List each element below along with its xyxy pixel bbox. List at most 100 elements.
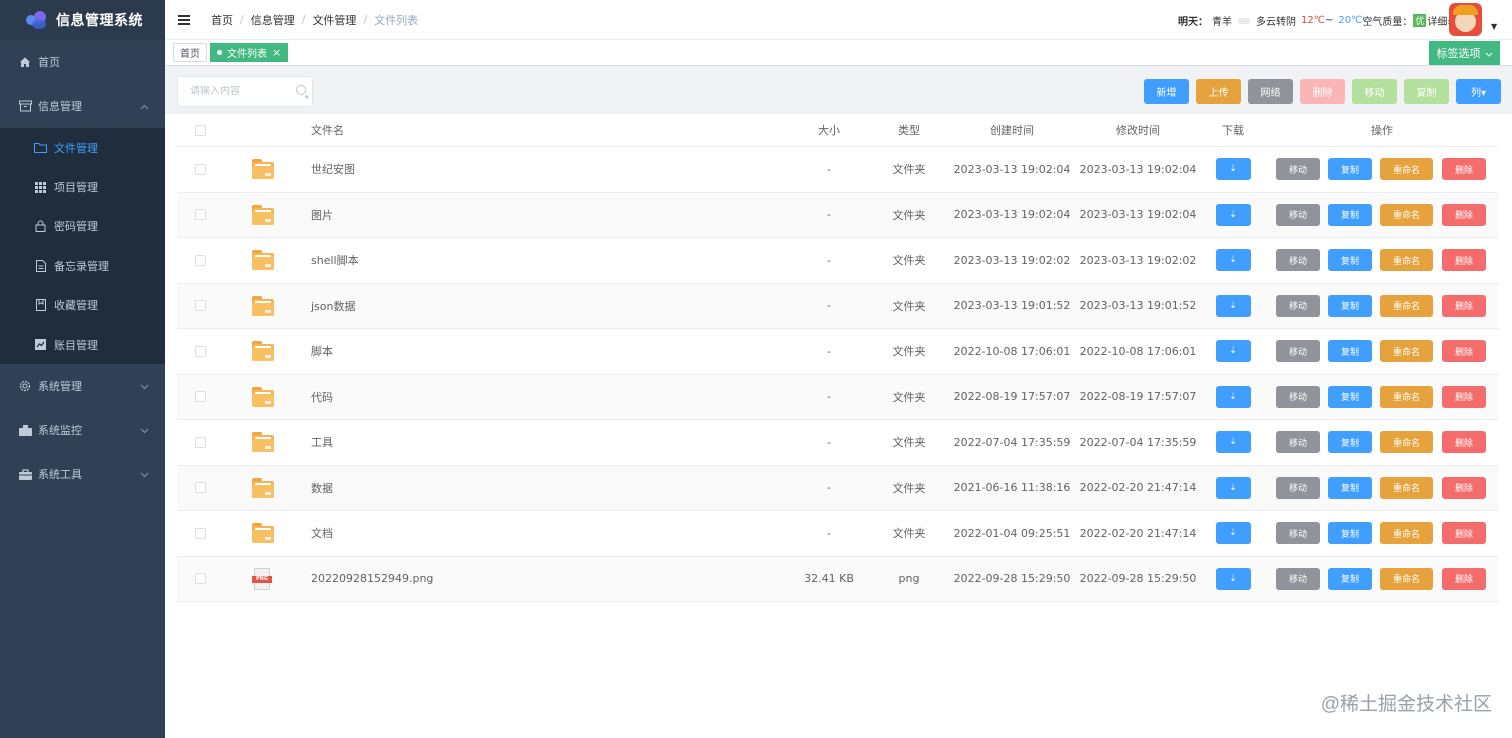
download-button[interactable]: ⇣ <box>1215 340 1251 363</box>
row-copy-button[interactable]: 复制 <box>1328 385 1372 408</box>
row-checkbox[interactable] <box>195 482 206 494</box>
table-row[interactable]: 图片 - 文件夹 2023-03-13 19:02:04 2023-03-13 19:0… <box>177 192 1499 238</box>
download-button[interactable]: ⇣ <box>1215 476 1251 499</box>
row-checkbox[interactable] <box>195 163 206 175</box>
sidebar-item-home[interactable]: 首页 <box>0 40 165 84</box>
sidebar-item-favorites-management[interactable]: 收藏管理 <box>0 286 165 325</box>
row-move-button[interactable]: 移动 <box>1276 522 1320 545</box>
table-row[interactable]: 数据 - 文件夹 2021-06-16 11:38:16 2022-02-20 21:4… <box>177 465 1499 511</box>
download-button[interactable]: ⇣ <box>1215 385 1251 408</box>
row-rename-button[interactable]: 重命名 <box>1380 340 1433 363</box>
column-header-type[interactable]: 类型 <box>869 114 949 146</box>
file-name[interactable]: json数据 <box>311 284 356 329</box>
file-name[interactable]: 20220928152949.png <box>311 557 433 602</box>
row-delete-button[interactable]: 删除 <box>1442 249 1486 272</box>
add-button[interactable]: 新增 <box>1144 79 1189 104</box>
file-name[interactable]: 文档 <box>311 511 333 556</box>
row-delete-button[interactable]: 删除 <box>1442 522 1486 545</box>
sidebar-item-memo-management[interactable]: 备忘录管理 <box>0 246 165 285</box>
tag-options-button[interactable]: 标签选项 <box>1429 41 1500 65</box>
row-copy-button[interactable]: 复制 <box>1328 567 1372 590</box>
row-copy-button[interactable]: 复制 <box>1328 476 1372 499</box>
tag-file-list[interactable]: 文件列表 × <box>210 43 289 62</box>
row-delete-button[interactable]: 删除 <box>1442 158 1486 181</box>
columns-button[interactable]: 列▾ <box>1456 79 1501 104</box>
file-name[interactable]: shell脚本 <box>311 238 359 283</box>
file-name[interactable]: 代码 <box>311 375 333 420</box>
row-rename-button[interactable]: 重命名 <box>1380 158 1433 181</box>
column-header-name[interactable]: 文件名 <box>311 114 344 146</box>
row-delete-button[interactable]: 删除 <box>1442 294 1486 317</box>
caret-down-icon[interactable]: ▼ <box>1491 22 1497 31</box>
row-move-button[interactable]: 移动 <box>1276 567 1320 590</box>
row-checkbox[interactable] <box>195 209 206 221</box>
row-copy-button[interactable]: 复制 <box>1328 294 1372 317</box>
row-copy-button[interactable]: 复制 <box>1328 340 1372 363</box>
breadcrumb-item[interactable]: 文件管理 <box>312 12 356 28</box>
sidebar-item-file-management[interactable]: 文件管理 <box>0 128 165 167</box>
row-checkbox[interactable] <box>195 436 206 448</box>
row-move-button[interactable]: 移动 <box>1276 431 1320 454</box>
row-move-button[interactable]: 移动 <box>1276 385 1320 408</box>
close-icon[interactable]: × <box>272 46 281 59</box>
download-button[interactable]: ⇣ <box>1215 522 1251 545</box>
row-checkbox[interactable] <box>195 391 206 403</box>
row-checkbox[interactable] <box>195 300 206 312</box>
copy-button[interactable]: 复制 <box>1404 79 1449 104</box>
search-icon[interactable] <box>296 85 306 95</box>
row-rename-button[interactable]: 重命名 <box>1380 567 1433 590</box>
file-name[interactable]: 数据 <box>311 466 333 511</box>
row-rename-button[interactable]: 重命名 <box>1380 249 1433 272</box>
download-button[interactable]: ⇣ <box>1215 203 1251 226</box>
breadcrumb-item[interactable]: 首页 <box>211 12 233 28</box>
column-header-created[interactable]: 创建时间 <box>949 114 1075 146</box>
sidebar-item-accounts-management[interactable]: 账目管理 <box>0 325 165 364</box>
row-rename-button[interactable]: 重命名 <box>1380 476 1433 499</box>
file-name[interactable]: 世纪安图 <box>311 147 355 192</box>
row-move-button[interactable]: 移动 <box>1276 158 1320 181</box>
select-all-checkbox[interactable] <box>195 124 206 136</box>
table-row[interactable]: json数据 - 文件夹 2023-03-13 19:01:52 2023-03-13 … <box>177 283 1499 329</box>
download-button[interactable]: ⇣ <box>1215 294 1251 317</box>
sidebar-item-system-tools[interactable]: 系统工具 <box>0 452 165 496</box>
sidebar-item-info-management[interactable]: 信息管理 <box>0 84 165 128</box>
row-delete-button[interactable]: 删除 <box>1442 431 1486 454</box>
table-row[interactable]: 文档 - 文件夹 2022-01-04 09:25:51 2022-02-20 21:4… <box>177 511 1499 557</box>
row-rename-button[interactable]: 重命名 <box>1380 203 1433 226</box>
row-rename-button[interactable]: 重命名 <box>1380 385 1433 408</box>
row-checkbox[interactable] <box>195 345 206 357</box>
download-button[interactable]: ⇣ <box>1215 431 1251 454</box>
row-rename-button[interactable]: 重命名 <box>1380 294 1433 317</box>
breadcrumb-item[interactable]: 信息管理 <box>251 12 295 28</box>
row-move-button[interactable]: 移动 <box>1276 340 1320 363</box>
file-name[interactable]: 图片 <box>311 193 333 238</box>
download-button[interactable]: ⇣ <box>1215 567 1251 590</box>
table-row[interactable]: 世纪安图 - 文件夹 2023-03-13 19:02:04 2023-03-13 19… <box>177 147 1499 193</box>
row-copy-button[interactable]: 复制 <box>1328 522 1372 545</box>
row-delete-button[interactable]: 删除 <box>1442 385 1486 408</box>
sidebar-item-system-management[interactable]: 系统管理 <box>0 364 165 408</box>
table-row[interactable]: PNG 20220928152949.png 32.41 KB png 2022-09-… <box>177 556 1499 602</box>
column-header-modified[interactable]: 修改时间 <box>1075 114 1201 146</box>
sidebar-item-system-monitor[interactable]: 系统监控 <box>0 408 165 452</box>
row-copy-button[interactable]: 复制 <box>1328 203 1372 226</box>
row-delete-button[interactable]: 删除 <box>1442 476 1486 499</box>
table-row[interactable]: 工具 - 文件夹 2022-07-04 17:35:59 2022-07-04 17:3… <box>177 420 1499 466</box>
row-checkbox[interactable] <box>195 573 206 585</box>
row-move-button[interactable]: 移动 <box>1276 294 1320 317</box>
sidebar-item-project-management[interactable]: 项目管理 <box>0 167 165 206</box>
network-button[interactable]: 网络 <box>1248 79 1293 104</box>
row-move-button[interactable]: 移动 <box>1276 203 1320 226</box>
tag-home[interactable]: 首页 <box>173 43 207 62</box>
delete-button[interactable]: 删除 <box>1300 79 1345 104</box>
avatar[interactable] <box>1449 3 1482 36</box>
row-copy-button[interactable]: 复制 <box>1328 249 1372 272</box>
hamburger-icon[interactable] <box>178 14 190 25</box>
search-input[interactable] <box>190 86 290 97</box>
row-move-button[interactable]: 移动 <box>1276 249 1320 272</box>
row-rename-button[interactable]: 重命名 <box>1380 522 1433 545</box>
row-copy-button[interactable]: 复制 <box>1328 158 1372 181</box>
sidebar-item-password-management[interactable]: 密码管理 <box>0 207 165 246</box>
row-copy-button[interactable]: 复制 <box>1328 431 1372 454</box>
download-button[interactable]: ⇣ <box>1215 249 1251 272</box>
